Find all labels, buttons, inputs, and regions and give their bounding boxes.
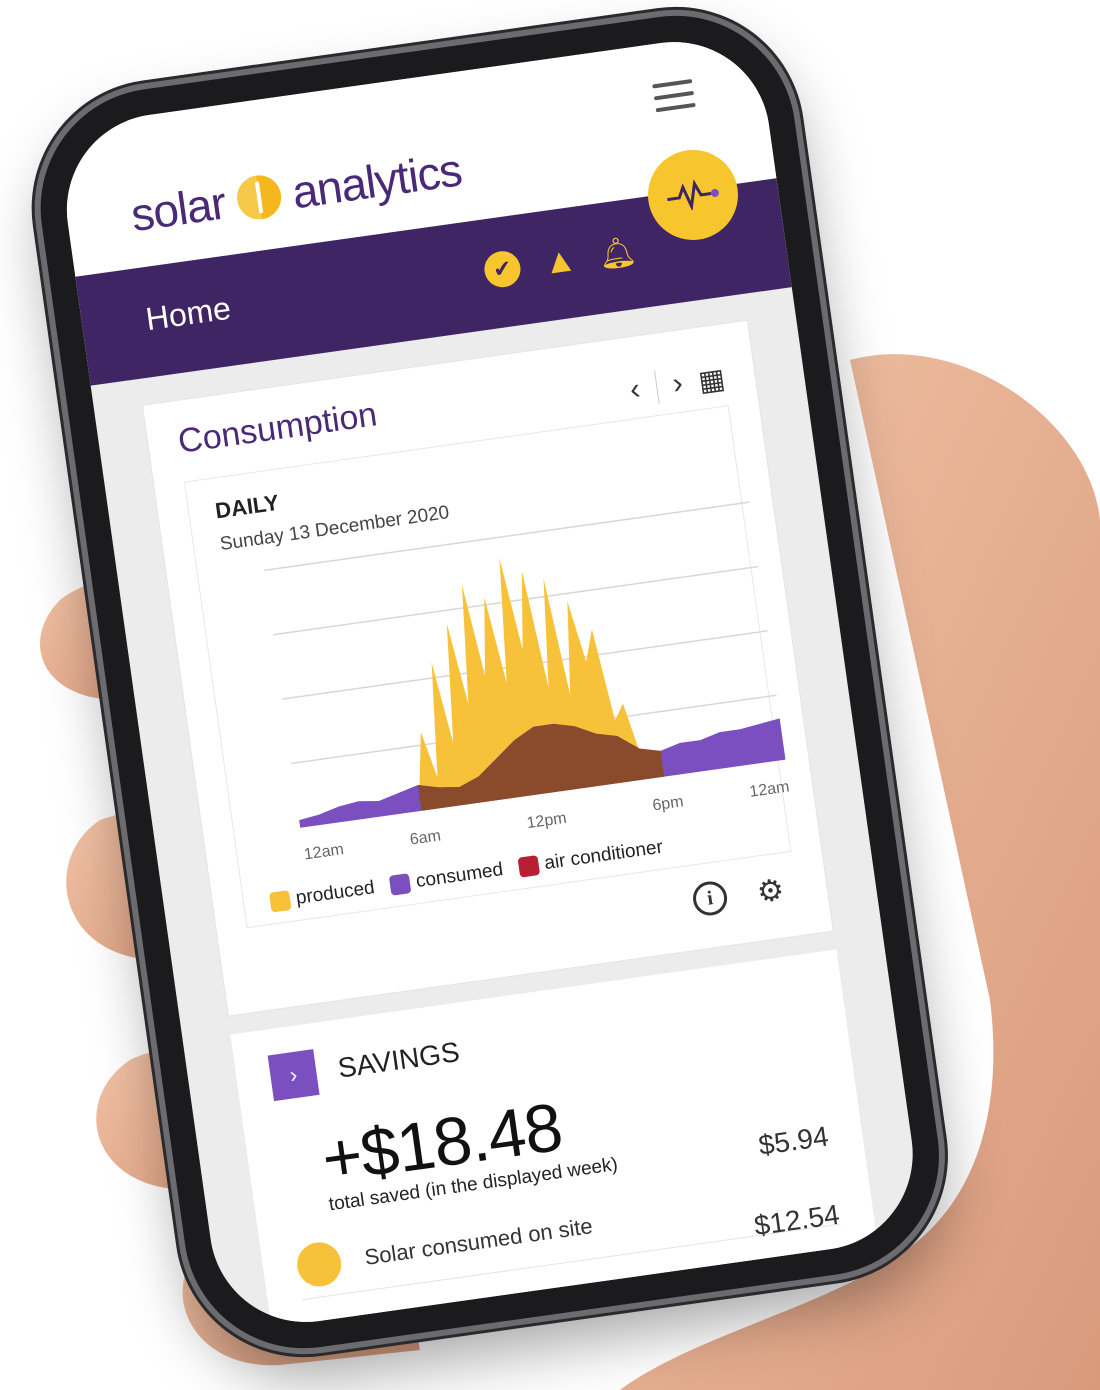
chevron-right-icon[interactable]: › [670, 366, 685, 401]
legend-label: air conditioner [543, 836, 665, 875]
pulse-icon [667, 179, 719, 212]
status-icons: ✔ ▲ 🔔︎ [482, 233, 638, 290]
x-tick-label: 6am [409, 827, 442, 848]
legend-swatch [389, 873, 412, 896]
legend-label: consumed [414, 859, 505, 893]
gear-icon[interactable]: ⚙ [750, 871, 791, 912]
phone-screen: solar analytics Home ✔ ▲ 🔔︎ Consumption … [54, 29, 926, 1335]
solar-consumed-dot-icon [294, 1239, 345, 1290]
x-tick-label: 6pm [651, 793, 684, 814]
legend-item[interactable]: produced [268, 877, 376, 913]
phone-device: solar analytics Home ✔ ▲ 🔔︎ Consumption … [0, 0, 1100, 1383]
consumption-card: Consumption ‹ › ▦ DAILY Sunday 13 Decemb… [141, 319, 834, 1017]
calendar-icon[interactable]: ▦ [696, 361, 727, 397]
solar-exported-dot-icon [305, 1317, 356, 1335]
phone-body: solar analytics Home ✔ ▲ 🔔︎ Consumption … [25, 0, 955, 1364]
savings-row-label: Solar consumed on site [362, 1213, 595, 1270]
legend-swatch [268, 890, 292, 913]
chevron-left-icon[interactable]: ‹ [628, 372, 643, 407]
chart-card: DAILY Sunday 13 December 2020 12am 6am 12p… [183, 405, 792, 929]
page-title: Home [143, 289, 234, 338]
bell-icon[interactable]: 🔔︎ [596, 233, 638, 274]
divider [653, 370, 660, 404]
x-tick-label: 12am [748, 778, 790, 800]
savings-row-label: Solar exported to the grid [373, 1288, 623, 1335]
logo-text-right: analytics [288, 143, 465, 219]
x-tick-label: 12am [303, 841, 345, 863]
savings-title: SAVINGS [335, 1035, 462, 1084]
hamburger-icon[interactable] [652, 79, 696, 114]
legend-item[interactable]: consumed [389, 859, 505, 897]
legend-swatch [517, 855, 541, 878]
main-content: Consumption ‹ › ▦ DAILY Sunday 13 Decemb… [91, 287, 925, 1335]
app-logo[interactable]: solar analytics [128, 142, 465, 242]
logo-text-left: solar [127, 176, 229, 242]
sun-logo-icon [233, 172, 284, 223]
x-tick-label: 12pm [526, 810, 568, 832]
warning-icon[interactable]: ▲ [540, 240, 581, 282]
check-circle-icon[interactable]: ✔ [482, 248, 523, 290]
legend-label: produced [294, 877, 376, 909]
chevron-right-icon[interactable]: › [267, 1049, 320, 1102]
info-icon[interactable]: i [690, 879, 730, 918]
savings-card: › SAVINGS +$18.48 total saved (in the di… [230, 949, 889, 1335]
